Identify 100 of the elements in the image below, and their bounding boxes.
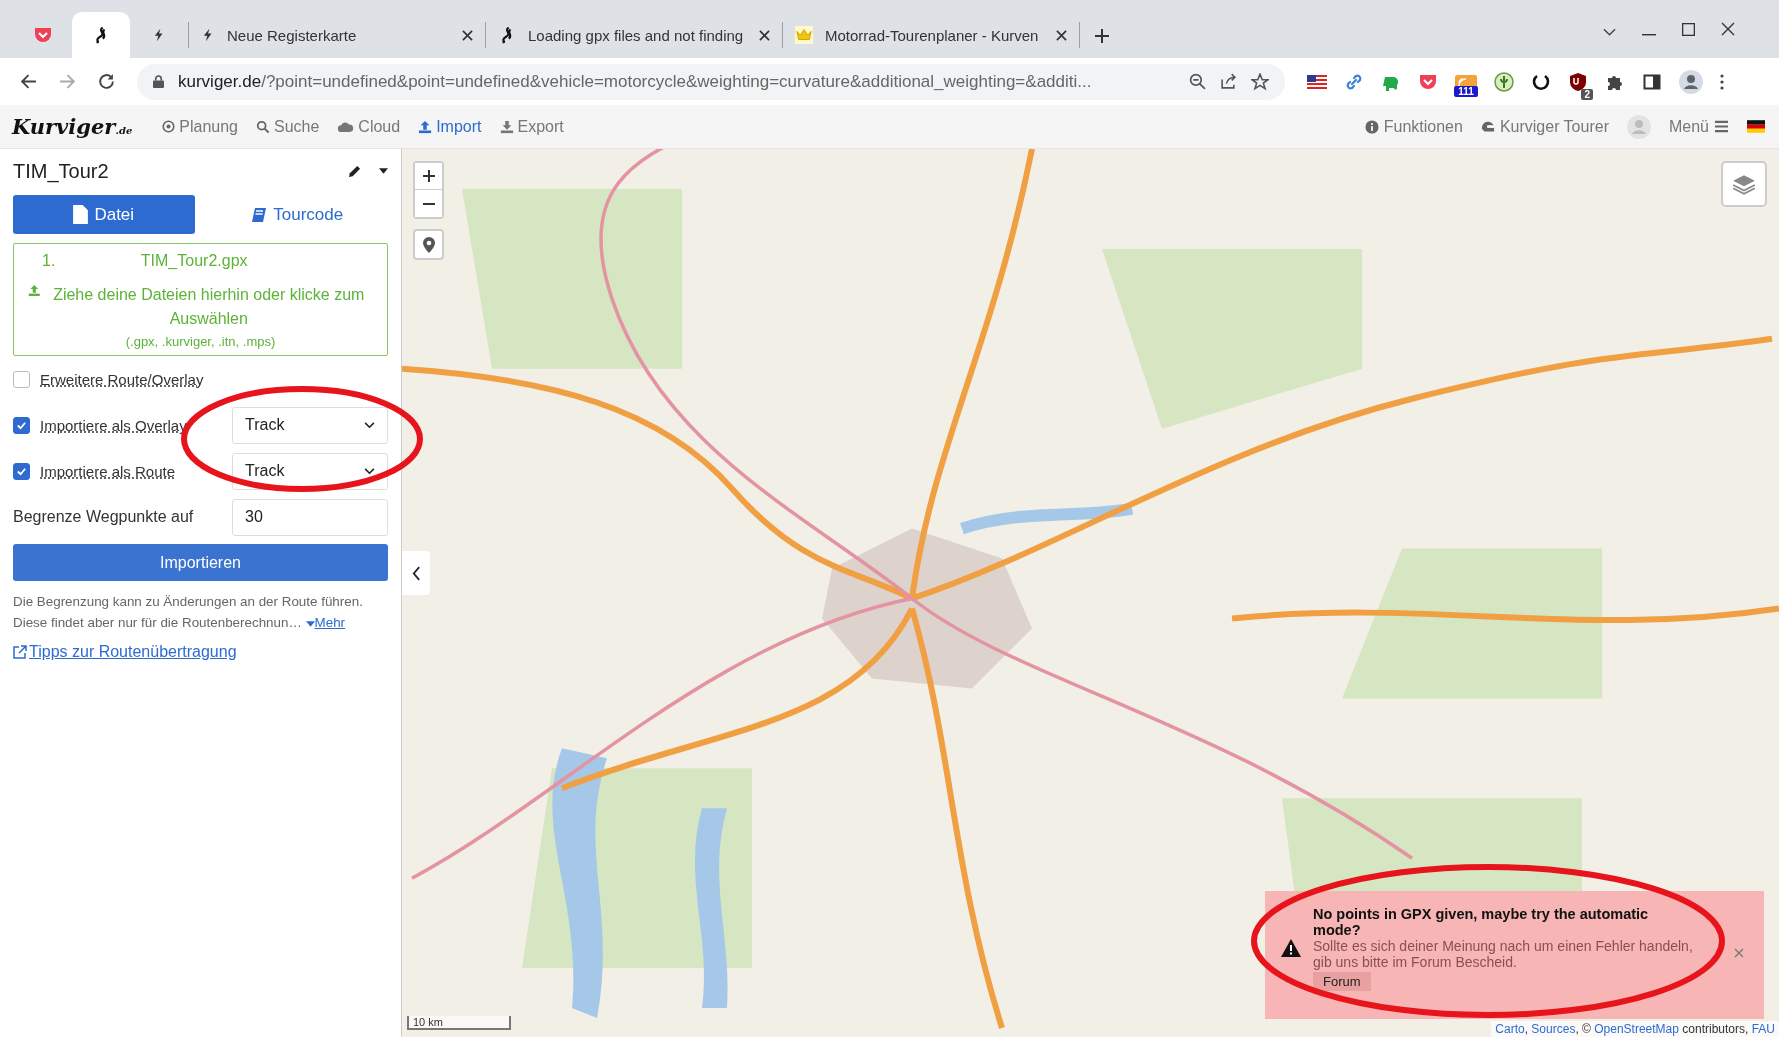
back-icon[interactable] [20, 73, 37, 90]
checkbox[interactable] [13, 462, 30, 480]
file-formats: (.gpx, .kurviger, .itn, .mps) [124, 334, 277, 349]
tips-link[interactable]: Tipps zur Routenübertragung [13, 643, 388, 661]
checkbox[interactable] [13, 370, 30, 388]
chevron-left-icon [411, 565, 421, 581]
nav-link[interactable]: Export [499, 117, 564, 136]
extension-badge: 2 [1581, 88, 1593, 100]
chevron-icon [364, 467, 375, 475]
attribution-text: , © [1575, 1022, 1592, 1036]
option-label: Importiere als Overlay [40, 416, 188, 434]
note-text: Die Begrenzung kann zu Änderungen an der Route führen. Diese findet aber nur für die Routenberechnun… Mehr [13, 593, 364, 632]
book-icon [251, 206, 268, 223]
caret-icon [305, 621, 315, 627]
external-link-icon [13, 645, 27, 659]
chevron-icon [364, 421, 375, 429]
pocket-icon [33, 25, 53, 45]
crown-icon [795, 26, 813, 44]
forum-button[interactable]: Forum [1313, 971, 1371, 991]
shield-icon[interactable] [1568, 71, 1588, 92]
lock-icon [153, 75, 164, 88]
locate-button[interactable] [413, 229, 444, 260]
pinned-tab[interactable] [72, 12, 130, 58]
toast-message: Sollte es sich deiner Meinung nach um einen Fehler handeln, gib uns bitte im Forum Bescheid. [1313, 937, 1694, 970]
nav-link[interactable]: Kurviger Tourer [1480, 117, 1609, 136]
browser-tab[interactable]: Neue Registerkarte [189, 12, 485, 58]
check-icon [16, 465, 27, 477]
attribution-text: , [1524, 1022, 1530, 1036]
flag-icon[interactable] [1307, 74, 1327, 89]
reload-icon[interactable] [98, 73, 115, 90]
layers-icon [1731, 173, 1757, 195]
plus-icon [421, 169, 436, 183]
compass-icon [162, 120, 176, 133]
flag-icon[interactable] [1747, 120, 1765, 133]
file-icon [73, 205, 89, 224]
upload-icon [418, 119, 433, 134]
browser-tab[interactable]: Motorrad-Tourenplaner - Kurven [783, 12, 1079, 58]
tab-title: Neue Registerkarte [227, 26, 358, 44]
map-scale: 10 km [407, 1016, 511, 1030]
checkbox[interactable] [13, 416, 30, 434]
attribution-link[interactable]: OpenStreetMap [1594, 1022, 1679, 1036]
file-index: 1. [42, 252, 56, 270]
close-icon[interactable] [759, 29, 770, 41]
attribution-link[interactable]: FAU [1751, 1022, 1775, 1036]
attribution-link[interactable]: Carto [1495, 1022, 1525, 1036]
tab-title: Loading gpx files and not finding [528, 26, 745, 44]
select-dropdown[interactable]: Track [232, 406, 388, 444]
panel-tab[interactable]: Datei [13, 195, 195, 234]
app-logo[interactable]: Kurviger.de [12, 114, 133, 139]
select-dropdown[interactable]: Track [232, 452, 388, 490]
caret-icon[interactable] [379, 168, 388, 174]
browser-tab[interactable]: Loading gpx files and not finding [486, 12, 782, 58]
file-name: TIM_Tour2.gpx [139, 252, 249, 270]
nav-link[interactable]: Suche [256, 117, 320, 136]
address-field[interactable]: kurviger.de/?point=undefined&point=undefined&vehicle=motorcycle&weighting=curvature&additional_weighting=&additi... [137, 63, 1285, 100]
new-tab-icon[interactable] [1094, 28, 1110, 44]
import-button[interactable]: Importieren [13, 544, 388, 581]
close-icon[interactable] [462, 29, 473, 41]
share-icon[interactable] [1220, 73, 1237, 90]
pencil-icon[interactable] [348, 164, 361, 178]
tab-search-icon[interactable] [1603, 28, 1616, 36]
attribution-text: contributors, [1681, 1022, 1750, 1036]
drop-prompt: Ziehe deine Dateien hierhin oder klicke zum Auswählen [52, 285, 366, 329]
limit-label: Begrenze Wegpunkte auf [13, 508, 195, 526]
maximize-icon[interactable] [1682, 23, 1695, 36]
map-pin-icon [421, 235, 436, 254]
drop-zone[interactable]: 1. TIM_Tour2.gpx Ziehe deine Dateien hierhin oder klicke zum Auswählen (.gpx, .kurviger, .itn, .mps) [13, 243, 388, 356]
nav-link[interactable]: Funktionen [1364, 117, 1463, 136]
layers-button[interactable] [1721, 161, 1767, 207]
nav-link[interactable]: Import [418, 117, 482, 136]
check-icon [16, 419, 27, 431]
more-link[interactable]: Mehr [314, 615, 346, 630]
tour-title: TIM_Tour2 [13, 159, 110, 183]
avatar-icon[interactable] [1679, 69, 1703, 94]
minimize-icon[interactable] [1642, 34, 1656, 36]
nav-link[interactable]: Planung [162, 117, 238, 136]
warning-icon [1281, 939, 1301, 957]
option-label: Erweitere Route/Overlay [40, 370, 205, 388]
collapse-button[interactable] [402, 551, 430, 595]
more-icon[interactable] [1720, 73, 1724, 90]
minus-icon [421, 202, 436, 205]
star-icon[interactable] [1251, 72, 1269, 91]
cloud-icon [337, 120, 355, 133]
menu-icon [1714, 120, 1729, 133]
number-field[interactable]: 30 [232, 498, 388, 536]
download-icon [499, 119, 514, 134]
close-icon[interactable] [1056, 29, 1067, 41]
nav-link[interactable]: Menü [1668, 117, 1729, 136]
panel-tab[interactable]: Tourcode [206, 195, 388, 234]
url-text: kurviger.de/?point=undefined&point=undefined&vehicle=motorcycle&weighting=curvature&additional_weighting=&additi... [178, 71, 1093, 92]
close-icon[interactable] [1721, 22, 1735, 36]
option-label: Importiere als Route [40, 462, 177, 480]
tab-title: Motorrad-Tourenplaner - Kurven [825, 26, 1040, 44]
upload-icon [28, 283, 41, 298]
zoom-in-button[interactable] [415, 163, 442, 190]
info-icon [1364, 119, 1379, 134]
nav-link[interactable]: Cloud [337, 117, 401, 136]
zoom-icon[interactable] [1189, 73, 1206, 90]
extension-badge: 111 [1454, 85, 1478, 97]
toast-title: No points in GPX given, maybe try the automatic mode? [1313, 905, 1650, 938]
